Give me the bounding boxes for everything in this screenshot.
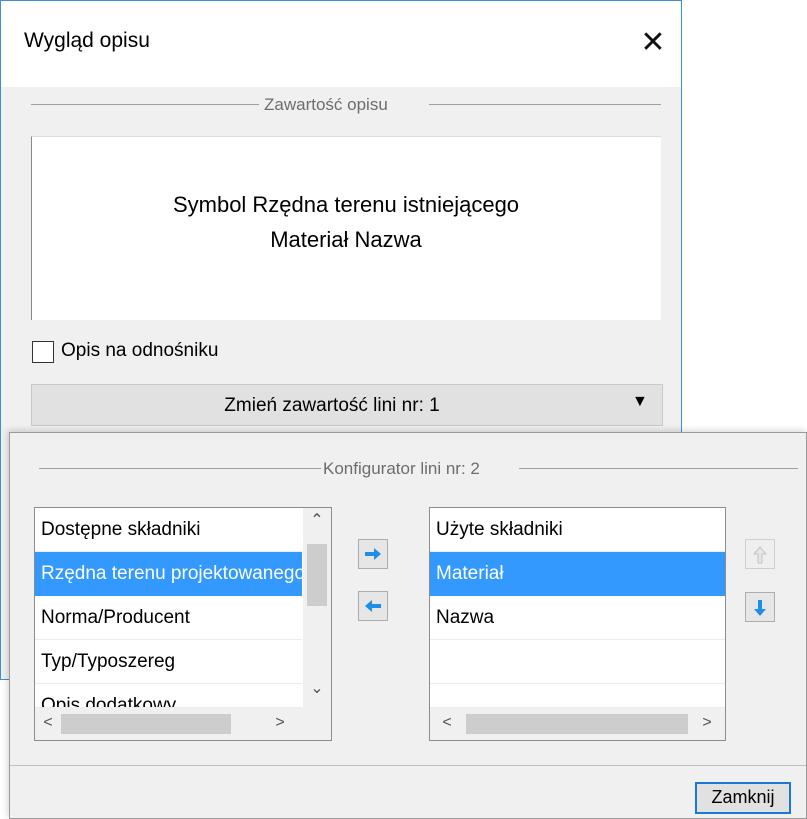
scroll-right-icon[interactable]: >	[273, 714, 287, 734]
checkbox-label: Opis na odnośniku	[61, 340, 219, 361]
dropdown-arrow-icon: ▼	[632, 393, 648, 410]
arrow-left-icon	[365, 600, 381, 612]
scroll-down-icon[interactable]: ⌄	[303, 678, 331, 700]
line-configurator-panel: Konfigurator lini nr: 2 Dostępne składni…	[9, 432, 807, 819]
title-bar: Wygląd opisu ✕	[1, 1, 681, 87]
horizontal-scrollbar[interactable]: < >	[430, 708, 725, 740]
available-components-list[interactable]: Dostępne składniki Rzędna terenu projekt…	[34, 507, 332, 741]
scroll-thumb[interactable]	[307, 544, 327, 606]
scroll-thumb[interactable]	[61, 714, 231, 734]
list-header: Dostępne składniki	[35, 508, 302, 552]
scroll-thumb[interactable]	[466, 714, 688, 734]
add-component-button[interactable]	[358, 539, 388, 569]
close-button[interactable]: Zamknij	[695, 782, 791, 814]
remove-component-button[interactable]	[358, 591, 388, 621]
scroll-left-icon[interactable]: <	[41, 714, 55, 734]
arrow-right-icon	[365, 548, 381, 560]
group-divider-right	[429, 104, 661, 105]
list-item-empty	[430, 684, 725, 708]
footer-separator	[10, 765, 806, 766]
preview-line-1: Symbol Rzędna terenu istniejącego	[172, 192, 520, 217]
scroll-right-icon[interactable]: >	[700, 714, 714, 734]
preview-line-2: Materiał Nazwa	[270, 227, 422, 252]
group-divider-right	[519, 468, 798, 469]
group-title-configurator: Konfigurator lini nr: 2	[323, 459, 480, 478]
list-item[interactable]: Typ/Typoszereg	[35, 640, 302, 684]
move-up-button[interactable]	[745, 539, 775, 569]
scroll-left-icon[interactable]: <	[440, 714, 454, 734]
description-preview: Symbol Rzędna terenu istniejącego Materi…	[31, 136, 661, 320]
list-item-empty	[430, 640, 725, 684]
horizontal-scrollbar[interactable]: < >	[35, 708, 303, 740]
arrow-up-icon	[753, 546, 767, 564]
dropdown-value: Zmień zawartość lini nr: 1	[224, 395, 440, 416]
move-down-button[interactable]	[745, 592, 775, 622]
group-divider-left	[31, 104, 259, 105]
scroll-corner	[303, 708, 331, 740]
scroll-up-icon[interactable]: ⌃	[303, 510, 331, 532]
vertical-scrollbar[interactable]: ⌃ ⌄	[303, 508, 331, 708]
used-components-list[interactable]: Użyte składniki Materiał Nazwa < >	[429, 507, 726, 741]
dialog-title: Wygląd opisu	[24, 29, 150, 52]
list-item[interactable]: Rzędna terenu projektowanego	[35, 552, 302, 596]
line-select-dropdown[interactable]: Zmień zawartość lini nr: 1 ▼	[31, 384, 663, 426]
opis-na-odnosniku-checkbox[interactable]	[32, 341, 54, 363]
list-item[interactable]: Opis dodatkowy	[35, 684, 302, 708]
arrow-down-icon	[754, 600, 766, 616]
list-item[interactable]: Materiał	[430, 552, 725, 596]
list-item[interactable]: Norma/Producent	[35, 596, 302, 640]
close-icon[interactable]: ✕	[633, 23, 673, 63]
list-item[interactable]: Nazwa	[430, 596, 725, 640]
group-divider-left	[39, 468, 321, 469]
list-header: Użyte składniki	[430, 508, 725, 552]
group-title-content: Zawartość opisu	[264, 95, 388, 114]
